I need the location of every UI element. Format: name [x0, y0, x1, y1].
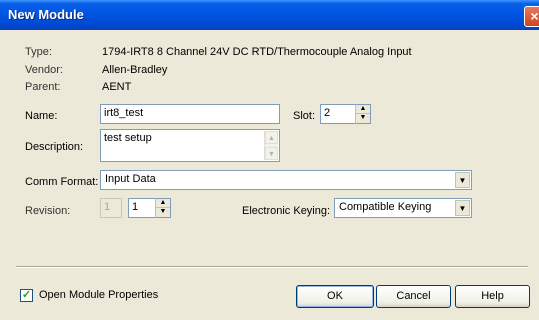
name-input[interactable]: irt8_test	[100, 104, 280, 124]
comm-format-select[interactable]: Input Data ▼	[100, 170, 472, 190]
name-label: Name:	[25, 110, 58, 122]
vendor-label: Vendor:	[25, 64, 63, 76]
parent-value: AENT	[102, 81, 132, 93]
keying-select[interactable]: Compatible Keying ▼	[334, 198, 472, 218]
parent-label: Parent:	[25, 81, 61, 93]
comm-format-label: Comm Format:	[25, 176, 99, 188]
revision-major-input: 1	[100, 198, 122, 218]
scroll-down-icon[interactable]: ▼	[265, 147, 278, 160]
close-button[interactable]: ×	[524, 6, 539, 27]
type-label: Type:	[25, 46, 52, 58]
close-icon: ×	[530, 8, 539, 24]
open-properties-checkbox[interactable]: ✓	[20, 289, 33, 302]
revision-label: Revision:	[25, 205, 71, 217]
title-bar: New Module ×	[0, 0, 539, 30]
description-label: Description:	[25, 141, 84, 153]
dropdown-arrow-icon[interactable]: ▼	[455, 172, 470, 188]
window-title: New Module	[8, 7, 84, 22]
spin-down-icon[interactable]: ▼	[356, 114, 370, 123]
ok-button[interactable]: OK	[296, 285, 374, 308]
revision-minor-input[interactable]: 1	[128, 198, 156, 218]
keying-value: Compatible Keying	[339, 201, 432, 213]
description-text: test setup	[104, 132, 152, 144]
help-button[interactable]: Help	[455, 285, 530, 308]
comm-format-value: Input Data	[105, 173, 156, 185]
dropdown-arrow-icon[interactable]: ▼	[455, 200, 470, 216]
slot-label: Slot:	[293, 110, 316, 122]
scroll-up-icon[interactable]: ▲	[265, 131, 278, 144]
slot-spinner[interactable]: ▲ ▼	[355, 104, 371, 124]
spin-up-icon[interactable]: ▲	[356, 105, 370, 114]
vendor-value: Allen-Bradley	[102, 64, 168, 76]
open-properties-label[interactable]: Open Module Properties	[39, 289, 158, 301]
footer-separator	[16, 266, 528, 268]
type-value: 1794-IRT8 8 Channel 24V DC RTD/Thermocou…	[102, 46, 412, 58]
spin-down-icon[interactable]: ▼	[156, 208, 170, 217]
cancel-button[interactable]: Cancel	[376, 285, 451, 308]
description-scrollbar[interactable]: ▲ ▼	[264, 131, 278, 160]
description-input[interactable]: test setup ▲ ▼	[100, 129, 280, 162]
keying-label: Electronic Keying:	[242, 205, 331, 217]
check-icon: ✓	[21, 289, 32, 301]
spin-up-icon[interactable]: ▲	[156, 199, 170, 208]
revision-spinner[interactable]: ▲ ▼	[155, 198, 171, 218]
slot-input[interactable]: 2	[320, 104, 356, 124]
